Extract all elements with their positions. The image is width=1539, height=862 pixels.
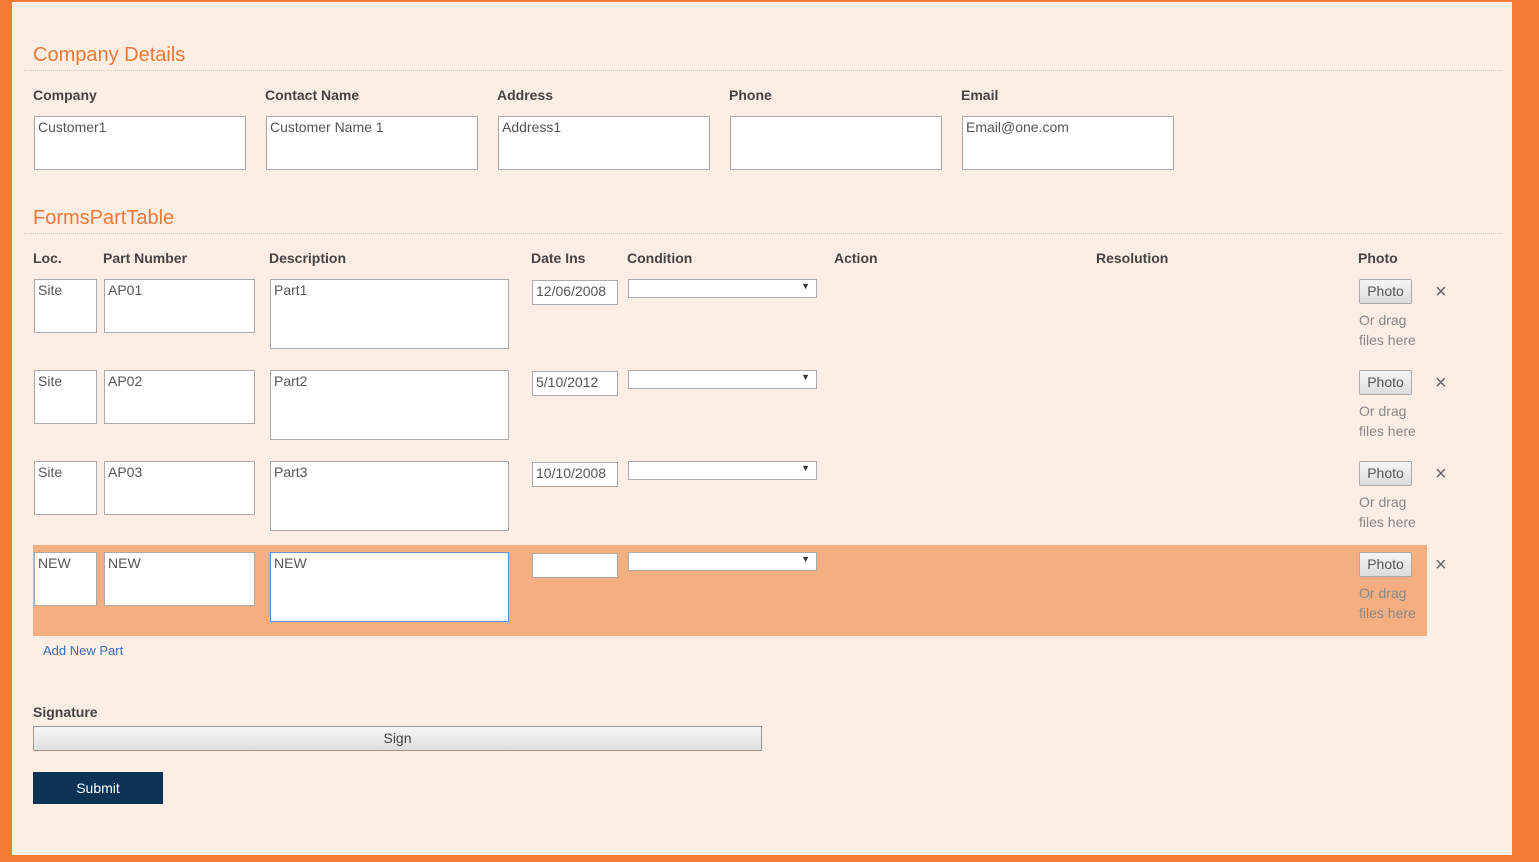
field-label: Phone (729, 87, 772, 103)
remove-row-icon[interactable]: × (1435, 373, 1447, 393)
company-input[interactable]: Customer1 (34, 116, 246, 170)
phone-input[interactable] (730, 116, 942, 170)
divider (24, 70, 1502, 71)
drag-text: Or drag (1359, 585, 1407, 601)
loc-input[interactable]: Site (34, 370, 97, 424)
part-number-input[interactable]: AP03 (104, 461, 255, 515)
column-header: Condition (627, 250, 693, 266)
divider (24, 233, 1502, 234)
column-header: Loc. (33, 250, 62, 266)
date-ins-input[interactable] (532, 553, 618, 578)
sign-button[interactable]: Sign (33, 726, 762, 751)
signature-label: Signature (33, 704, 98, 720)
drop-zone-text[interactable]: Or drag files here (1359, 583, 1429, 623)
address-input[interactable]: Address1 (498, 116, 710, 170)
column-header: Action (834, 250, 878, 266)
date-ins-input[interactable]: 5/10/2012 (532, 371, 618, 396)
drop-zone-text[interactable]: Or drag files here (1359, 401, 1429, 441)
dropdown-arrow-icon: ▼ (801, 372, 810, 382)
part-number-input[interactable]: AP02 (104, 370, 255, 424)
description-input[interactable]: Part1 (270, 279, 509, 349)
column-header: Resolution (1096, 250, 1169, 266)
description-input[interactable]: NEW (270, 552, 509, 622)
drag-text: Or drag (1359, 494, 1407, 510)
date-ins-input[interactable]: 10/10/2008 (532, 462, 618, 487)
submit-button[interactable]: Submit (33, 772, 163, 804)
drag-text: files here (1359, 605, 1416, 621)
contact-name-input[interactable]: Customer Name 1 (266, 116, 478, 170)
drag-text: files here (1359, 332, 1416, 348)
column-header: Photo (1358, 250, 1398, 266)
part-number-input[interactable]: NEW (104, 552, 255, 606)
field-label: Company (33, 87, 97, 103)
loc-input[interactable]: Site (34, 461, 97, 515)
loc-input[interactable]: NEW (34, 552, 97, 606)
company-details-heading: Company Details (33, 44, 186, 66)
loc-input[interactable]: Site (34, 279, 97, 333)
remove-row-icon[interactable]: × (1435, 555, 1447, 575)
drop-zone-text[interactable]: Or drag files here (1359, 310, 1429, 350)
drop-zone-text[interactable]: Or drag files here (1359, 492, 1429, 532)
condition-select[interactable]: ▼ (628, 370, 817, 389)
form-panel: Company Details Company Customer1 Contact… (12, 2, 1512, 855)
description-input[interactable]: Part3 (270, 461, 509, 531)
drag-text: files here (1359, 423, 1416, 439)
photo-button[interactable]: Photo (1359, 279, 1412, 304)
email-input[interactable]: Email@one.com (962, 116, 1174, 170)
photo-button[interactable]: Photo (1359, 552, 1412, 577)
drag-text: Or drag (1359, 403, 1407, 419)
condition-select[interactable]: ▼ (628, 552, 817, 571)
dropdown-arrow-icon: ▼ (801, 463, 810, 473)
field-label: Email (961, 87, 999, 103)
date-ins-input[interactable]: 12/06/2008 (532, 280, 618, 305)
column-header: Date Ins (531, 250, 586, 266)
description-input[interactable]: Part2 (270, 370, 509, 440)
photo-button[interactable]: Photo (1359, 370, 1412, 395)
drag-text: Or drag (1359, 312, 1407, 328)
column-header: Description (269, 250, 347, 266)
remove-row-icon[interactable]: × (1435, 464, 1447, 484)
dropdown-arrow-icon: ▼ (801, 554, 810, 564)
condition-select[interactable]: ▼ (628, 279, 817, 298)
field-label: Contact Name (265, 87, 360, 103)
field-label: Address (497, 87, 554, 103)
photo-button[interactable]: Photo (1359, 461, 1412, 486)
part-number-input[interactable]: AP01 (104, 279, 255, 333)
parts-table-heading: FormsPartTable (33, 207, 175, 229)
add-new-part-link[interactable]: Add New Part (43, 643, 123, 658)
drag-text: files here (1359, 514, 1416, 530)
column-header: Part Number (103, 250, 188, 266)
remove-row-icon[interactable]: × (1435, 282, 1447, 302)
condition-select[interactable]: ▼ (628, 461, 817, 480)
dropdown-arrow-icon: ▼ (801, 281, 810, 291)
